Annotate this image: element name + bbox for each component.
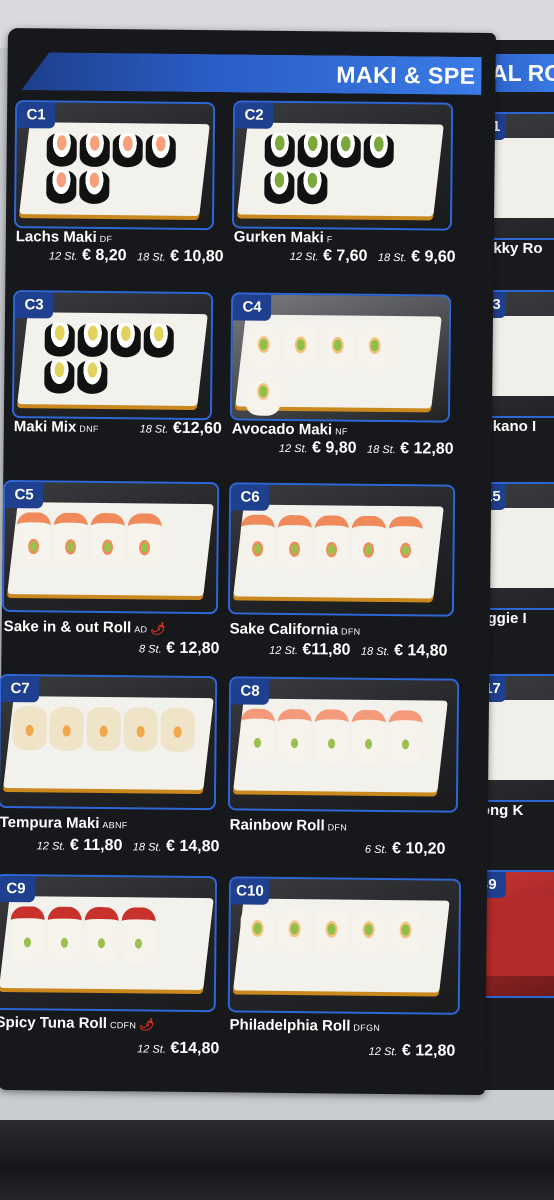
menu-item-c9: C9 Spicy Tuna Roll CDFN 🌶 12 St. €14,80 [0,873,221,1066]
price: €12,60 [172,419,222,438]
allergen-tags: NF [335,426,348,437]
price-line: 8 St. € 12,80 [138,639,220,658]
price: € 12,80 [401,1042,456,1060]
price: € 12,80 [400,440,454,458]
allergen-tags: DFN [341,626,361,637]
item-name: Sake California DFN [229,620,361,639]
item-code: C3 [14,292,54,319]
price-line: 12 St. €11,80 18 St. € 14,80 [269,641,448,660]
price: € 10,80 [170,247,224,266]
menu-item-c6: C6 Sake California DFN 12 St. €11,80 18 S… [227,482,461,674]
menu-item-c8: C8 Rainbow Roll DFN 6 St. € 10,20 [227,676,465,868]
price: € 8,20 [82,246,127,265]
price: €11,80 [302,641,351,659]
price: € 9,60 [411,248,456,266]
allergen-tags: F [326,234,333,245]
item-code: C4 [232,294,272,321]
price: € 9,80 [312,439,357,457]
menu-item-c1: C1 Lachs Maki DF 12 St. € 8,20 18 St. € 1… [13,100,225,292]
item-name: Philadelphia Roll DFGN [229,1016,381,1035]
dish-photo: C3 [11,290,214,421]
menu-page: MAKI & SPE C1 Lachs Maki DF 12 St. € 8,20… [0,28,496,1096]
item-code: C1 [16,102,56,129]
menu-item-c5: C5 Sake in & out Roll AD 🌶 8 St. € 12,80 [1,479,221,672]
price-line: 12 St. € 11,80 18 St. € 14,80 [36,836,220,856]
menu-item-c4: C4 Avocado Maki NF 12 St. € 9,80 18 St. €… [229,292,455,484]
price-line: 12 St. € 7,60 18 St. € 9,60 [289,247,456,266]
item-name: Rainbow Roll DFN [229,816,348,835]
price-line: 12 St. € 8,20 18 St. € 10,80 [48,246,224,266]
menu-item-c10: C10 Philadelphia Roll DFGN 12 St. € 12,80 [227,876,467,1068]
price-line: 12 St. € 12,80 [368,1042,456,1060]
dish-photo: C8 [227,676,460,813]
dish-photo: C9 [0,873,218,1013]
price: € 10,20 [391,840,446,858]
price: € 14,80 [165,837,220,856]
item-name: Sake in & out Roll AD 🌶 [3,617,166,637]
item-code: C7 [0,675,40,703]
price: €14,80 [170,1039,220,1058]
item-code: C2 [234,102,274,129]
dish-photo: C2 [231,100,454,231]
dish-photo: C7 [0,673,218,811]
menu-item-c2: C2 Gurken Maki F 12 St. € 7,60 18 St. € 9… [231,100,457,292]
allergen-tags: DNF [79,423,99,434]
allergen-tags: DFGN [353,1022,381,1033]
allergen-tags: DF [99,233,113,245]
allergen-tags: AD [134,624,148,635]
item-name: Lachs Maki DF [15,228,113,246]
chili-icon: 🌶 [150,621,166,636]
item-code: C5 [4,481,44,509]
table-surface [0,1120,554,1200]
chili-icon: 🌶 [139,1017,155,1032]
price-line: 18 St. €12,60 [139,419,222,438]
item-name: Maki Mix DNF [13,418,99,436]
menu-item-c7: C7 Tempura Maki ABNF 12 St. € 11,80 18 St… [0,673,221,866]
item-code: C8 [230,678,270,705]
dish-photo: C4 [229,292,452,423]
allergen-tags: CDFN [109,1020,137,1031]
dish-photo: C5 [1,479,220,615]
price: € 12,80 [166,639,220,658]
allergen-tags: ABNF [102,820,128,831]
item-name: Tempura Maki ABNF [0,813,128,833]
item-name: Gurken Maki F [233,228,333,247]
price-line: 12 St. €14,80 [137,1039,220,1058]
price: € 7,60 [322,247,368,265]
price: € 11,80 [69,836,123,855]
section-title: MAKI & SPE [336,61,476,89]
menu-item-c3: C3 Maki Mix DNF 18 St. €12,60 [11,290,223,462]
price: € 14,80 [394,642,448,660]
item-code: C10 [230,878,270,905]
item-code: C6 [230,484,270,511]
section-banner: MAKI & SPE [21,52,481,95]
dish-photo: C6 [227,482,456,617]
item-name: Spicy Tuna Roll CDFN 🌶 [0,1013,155,1033]
price-line: 12 St. € 9,80 18 St. € 12,80 [278,439,454,458]
price-line: 6 St. € 10,20 [364,840,446,858]
dish-photo: C1 [13,100,216,231]
dish-photo: C10 [227,876,462,1015]
item-name: Avocado Maki NF [231,420,348,439]
allergen-tags: DFN [327,822,348,833]
item-code: C9 [0,875,36,903]
